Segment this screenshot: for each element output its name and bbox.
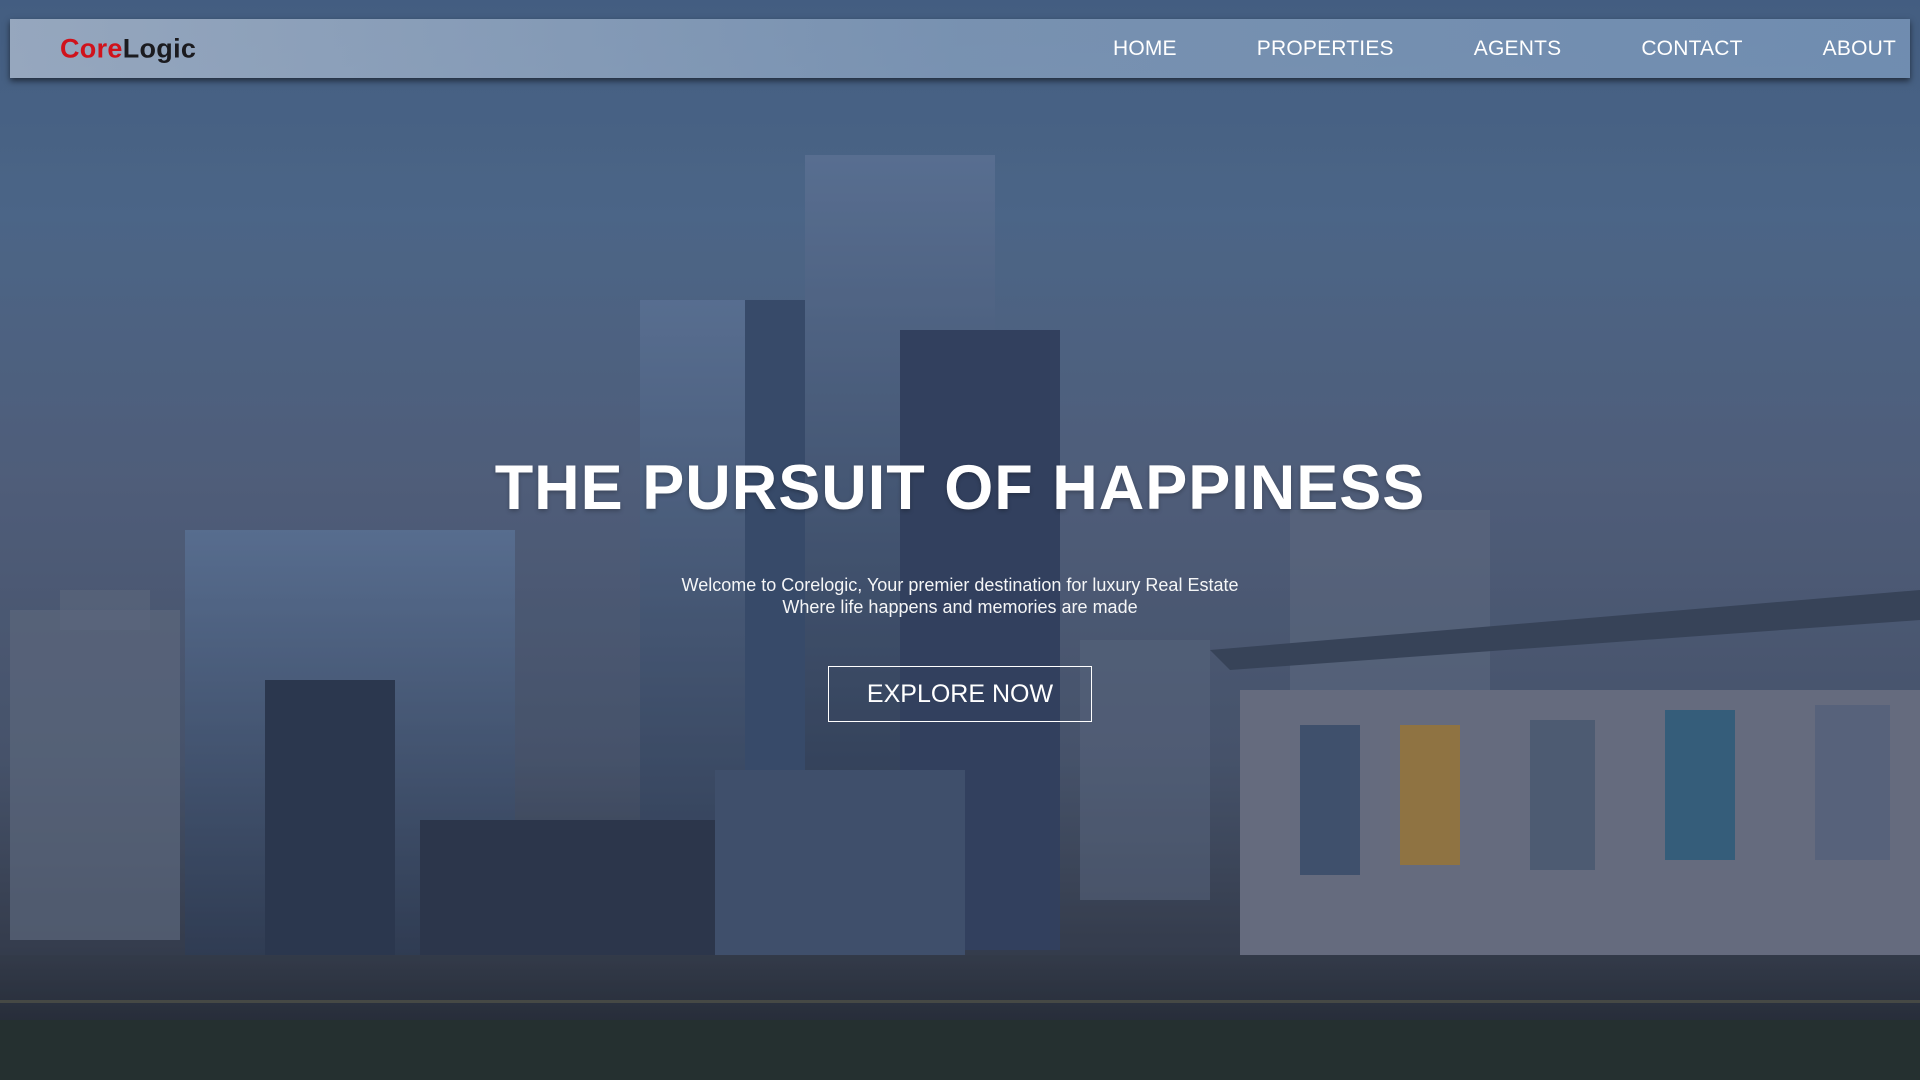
nav-link-about[interactable]: ABOUT (1823, 37, 1896, 61)
logo-text-core: Core (60, 33, 123, 63)
top-navbar: CoreLogic HOME PROPERTIES AGENTS CONTACT… (10, 19, 1910, 78)
explore-now-button[interactable]: EXPLORE NOW (828, 666, 1092, 722)
nav-links: HOME PROPERTIES AGENTS CONTACT ABOUT (1113, 19, 1896, 78)
hero-dark-overlay (0, 0, 1920, 1080)
nav-link-agents[interactable]: AGENTS (1474, 37, 1562, 61)
nav-link-properties[interactable]: PROPERTIES (1257, 37, 1394, 61)
hero-title: THE PURSUIT OF HAPPINESS (494, 453, 1426, 523)
hero-section (0, 0, 1920, 1080)
hero-subtitle-line-1: Welcome to Corelogic, Your premier desti… (681, 575, 1239, 595)
hero-subtitle-line-2: Where life happens and memories are made (782, 597, 1138, 617)
nav-link-contact[interactable]: CONTACT (1641, 37, 1742, 61)
nav-link-home[interactable]: HOME (1113, 37, 1177, 61)
site-logo[interactable]: CoreLogic (60, 33, 196, 64)
logo-text-logic: Logic (122, 33, 197, 63)
